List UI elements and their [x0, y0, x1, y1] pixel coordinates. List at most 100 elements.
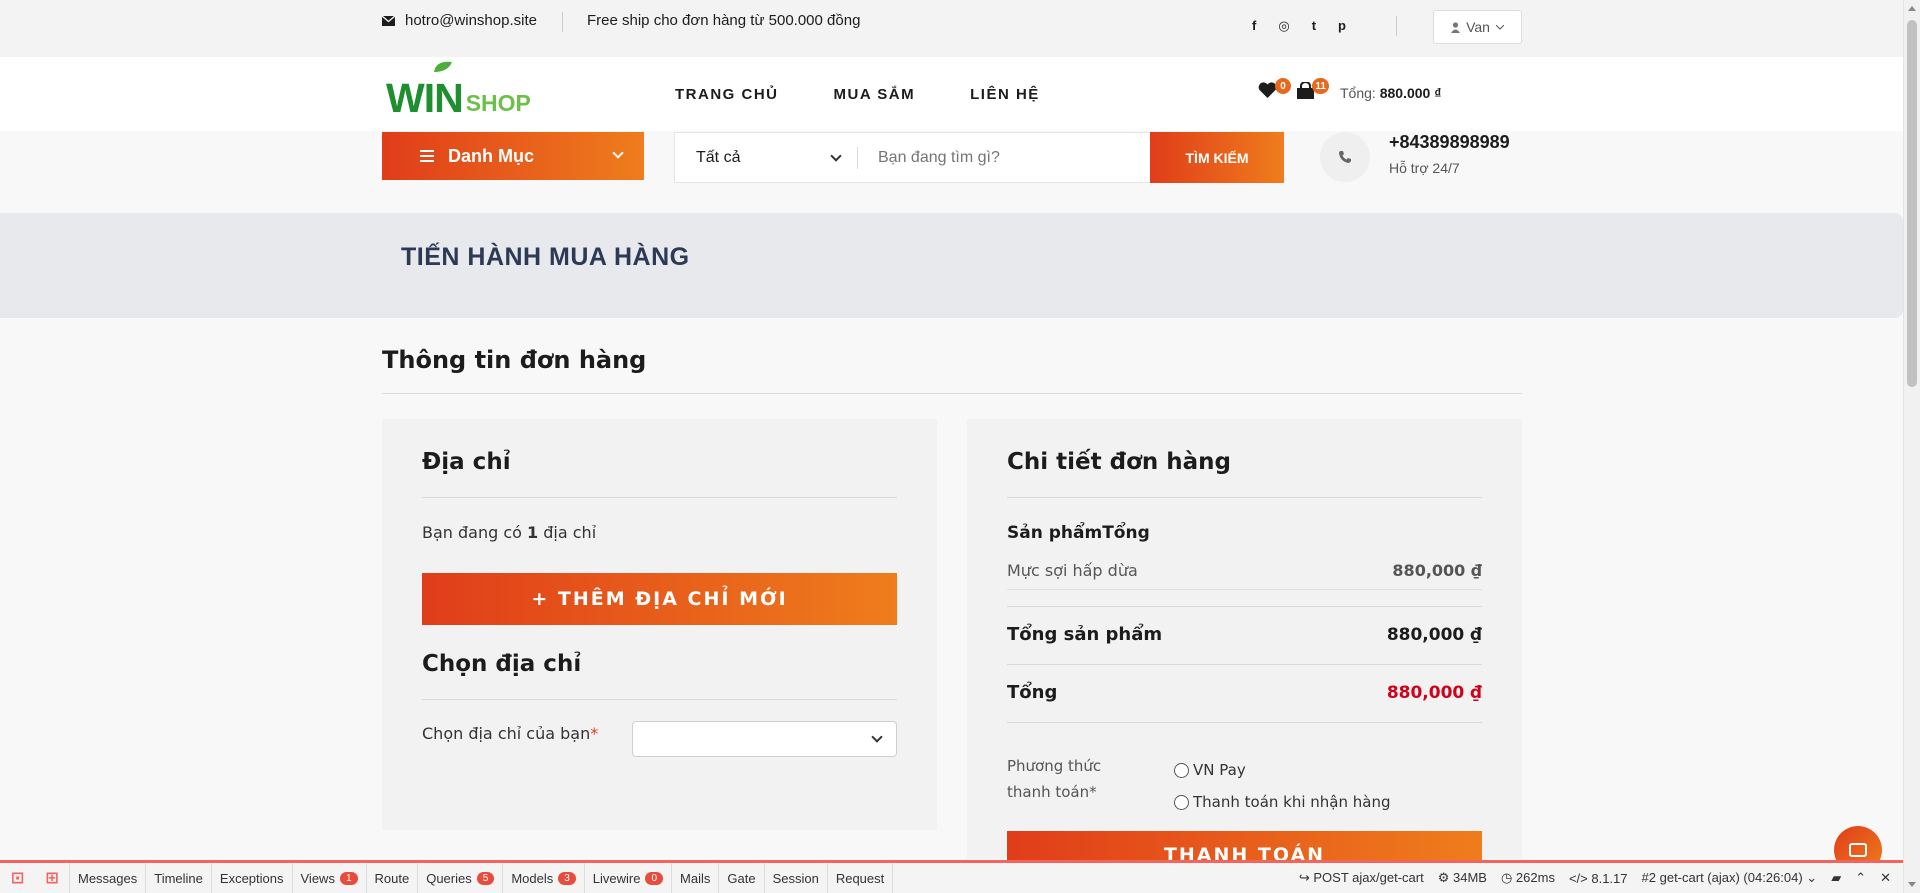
debug-tab-label: Request: [835, 870, 885, 886]
laravel-logo-icon[interactable]: ⊡: [0, 863, 35, 893]
section-title: Thông tin đơn hàng: [382, 346, 647, 374]
radio-button[interactable]: [1174, 794, 1189, 810]
php-text: 8.1.17: [1591, 870, 1628, 886]
debug-right: ↪ POST ajax/get-cart ⚙ 34MB ◷ 262ms </> …: [1299, 863, 1903, 893]
column-product: Sản phẩm: [1007, 523, 1103, 543]
item-name: Mực sợi hấp dừa: [1007, 561, 1138, 580]
debug-tab-route[interactable]: Route: [367, 863, 419, 893]
header-icons: 0 11: [1258, 78, 1329, 102]
search-input[interactable]: [858, 133, 1150, 182]
payment-option-cod[interactable]: Thanh toán khi nhận hàng: [1174, 793, 1391, 811]
cart-total-value: 880.000 ₫: [1379, 85, 1442, 101]
divider: [422, 699, 897, 700]
category-menu-button[interactable]: Danh Mục: [382, 132, 644, 180]
chat-icon: [1849, 843, 1867, 857]
debug-tab-timeline[interactable]: Timeline: [146, 863, 212, 893]
wishlist-button[interactable]: 0: [1258, 78, 1291, 102]
close-icon[interactable]: ✕: [1880, 870, 1891, 886]
chevron-up-icon[interactable]: ⌃: [1855, 870, 1866, 886]
debug-tab-request[interactable]: Request: [828, 863, 894, 893]
debug-tab-exceptions[interactable]: Exceptions: [212, 863, 293, 893]
scrollbar-thumb[interactable]: [1907, 20, 1917, 387]
radio-button[interactable]: [1174, 762, 1189, 778]
time-info: ◷ 262ms: [1500, 870, 1555, 885]
subtotal-label: Tổng sản phẩm: [1007, 624, 1163, 645]
page-scrollbar[interactable]: [1903, 0, 1920, 893]
site-logo[interactable]: WIN SHOP: [386, 61, 531, 121]
instagram-icon[interactable]: ◎: [1278, 18, 1289, 34]
subtotal-value: 880,000 ₫: [1386, 624, 1482, 645]
page-title: TIẾN HÀNH MUA HÀNG: [401, 243, 690, 271]
debug-tab-label: Gate: [727, 870, 756, 886]
debug-tab-mails[interactable]: Mails: [672, 863, 720, 893]
total-label: Tổng: [1007, 682, 1058, 703]
debug-tab-session[interactable]: Session: [765, 863, 828, 893]
debug-tab-label: Queries: [426, 870, 472, 886]
cart-total-label: Tổng:: [1340, 85, 1376, 101]
debug-tab-label: Livewire: [592, 870, 641, 886]
user-menu-button[interactable]: Van: [1433, 10, 1522, 44]
address-count-suffix: địa chỉ: [538, 523, 597, 542]
debug-tab-messages[interactable]: Messages: [70, 863, 147, 893]
pinterest-icon[interactable]: p: [1338, 18, 1346, 34]
subtotal-row: Tổng sản phẩm 880,000 ₫: [1007, 607, 1482, 662]
shipping-notice: Free ship cho đơn hàng từ 500.000 đồng: [587, 12, 861, 29]
order-panel: Chi tiết đơn hàng Sản phẩmTổng Mực sợi h…: [967, 419, 1522, 883]
payment-method-label: Phương thức thanh toán*: [1007, 753, 1101, 805]
nav-home[interactable]: TRANG CHỦ: [675, 86, 779, 103]
order-columns-header: Sản phẩmTổng: [1007, 523, 1150, 543]
debug-tab-gate[interactable]: Gate: [719, 863, 765, 893]
payment-label-line1: Phương thức: [1007, 757, 1102, 775]
order-item-row: Mực sợi hấp dừa 880,000 ₫: [1007, 552, 1482, 590]
request-info: ↪ POST ajax/get-cart: [1298, 870, 1424, 885]
divider: [1396, 16, 1397, 36]
category-label: Danh Mục: [448, 145, 535, 166]
search-scope-select[interactable]: Tất cả: [675, 133, 858, 182]
laravel-icon[interactable]: ⊞: [35, 863, 70, 893]
debug-tab-label: Messages: [78, 870, 138, 886]
nav-shop[interactable]: MUA SẮM: [834, 86, 916, 103]
time-text: 262ms: [1515, 870, 1555, 885]
required-mark: *: [590, 724, 599, 743]
payment-option-vnpay[interactable]: VN Pay: [1174, 761, 1246, 779]
address-count-prefix: Bạn đang có: [422, 523, 528, 542]
address-count-text: Bạn đang có 1 địa chỉ: [422, 523, 596, 542]
request-select[interactable]: #2 get-cart (ajax) (04:26:04) ⌄: [1642, 870, 1818, 886]
envelope-icon: [382, 15, 395, 26]
phone-number[interactable]: +84389898989: [1389, 132, 1510, 153]
email-contact[interactable]: hotro@winshop.site: [382, 12, 537, 29]
address-select[interactable]: [632, 721, 897, 757]
debug-tab-views[interactable]: Views 1: [293, 863, 367, 893]
divider: [1007, 497, 1482, 498]
debug-tab-livewire[interactable]: Livewire 0: [585, 863, 673, 893]
cart-count-badge: 11: [1312, 78, 1329, 94]
twitter-icon[interactable]: t: [1312, 18, 1316, 34]
debug-tab-count: 0: [645, 871, 664, 885]
divider: [422, 497, 897, 498]
cart-button[interactable]: 11: [1296, 78, 1329, 102]
search-bar: Tất cả TÌM KIẾM: [674, 132, 1284, 183]
chevron-down-icon: [830, 149, 842, 162]
page-banner: TIẾN HÀNH MUA HÀNG: [0, 213, 1903, 318]
folder-icon[interactable]: ▰: [1831, 870, 1841, 886]
choose-address-label-text: Chọn địa chỉ của bạn: [422, 724, 591, 743]
debug-tab-queries[interactable]: Queries 5: [418, 863, 504, 893]
logo-shop: SHOP: [465, 90, 531, 116]
nav-contact[interactable]: LIÊN HỆ: [970, 86, 1040, 103]
debug-tab-label: Route: [374, 870, 410, 886]
leaf-icon: [434, 61, 452, 72]
scroll-up-arrow[interactable]: [1908, 6, 1916, 11]
hamburger-icon: [420, 150, 434, 162]
debug-tab-count: 3: [558, 871, 576, 885]
support-hours: Hỗ trợ 24/7: [1389, 160, 1460, 176]
add-address-button[interactable]: + THÊM ĐỊA CHỈ MỚI: [422, 573, 897, 625]
facebook-icon[interactable]: f: [1252, 18, 1256, 34]
scroll-down-arrow[interactable]: [1908, 882, 1916, 887]
payment-option-label: VN Pay: [1193, 761, 1246, 779]
selected-request: #2 get-cart (ajax) (04:26:04): [1641, 870, 1803, 885]
php-info: </> 8.1.17: [1568, 870, 1628, 886]
debug-tab-models[interactable]: Models 3: [503, 863, 585, 893]
search-button[interactable]: TÌM KIẾM: [1150, 132, 1284, 183]
logo-win: WIN: [386, 75, 464, 121]
payment-label-line2: thanh toán*: [1007, 783, 1097, 801]
